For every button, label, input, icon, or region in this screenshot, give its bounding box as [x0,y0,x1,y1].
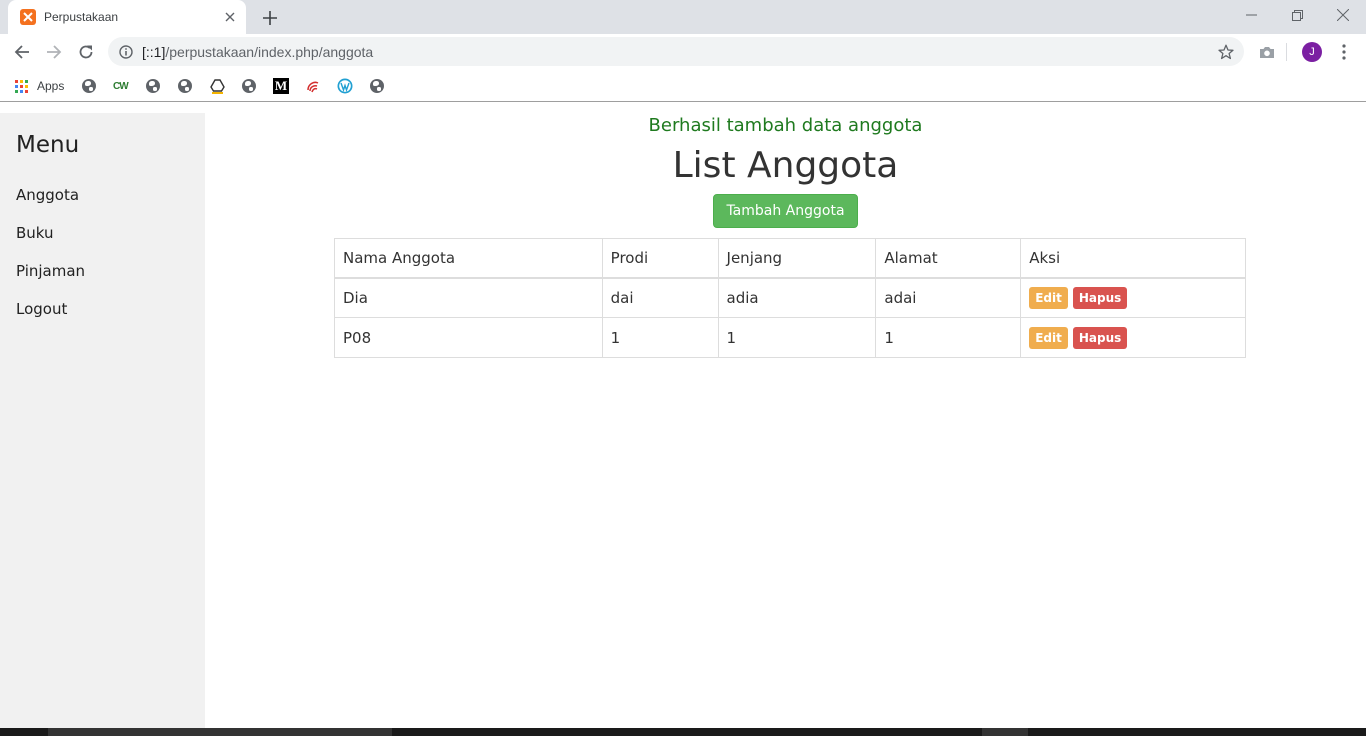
taskbar-item[interactable] [982,728,1028,736]
medium-icon: M [273,78,289,94]
cell-jenjang: 1 [717,317,877,358]
apps-label: Apps [37,79,65,93]
globe-icon [242,79,256,93]
edit-button[interactable]: Edit [1029,286,1068,309]
edit-button[interactable]: Edit [1029,326,1068,349]
bookmark-3[interactable] [146,76,160,96]
sidebar-item-buku[interactable]: Buku [16,224,54,242]
reload-icon[interactable] [72,38,100,66]
members-table: Nama Anggota Prodi Jenjang Alamat Aksi D… [334,238,1246,358]
minimize-icon[interactable] [1228,0,1274,30]
sidebar: Menu Anggota Buku Pinjaman Logout [0,113,205,728]
globe-icon [178,79,192,93]
url-text[interactable]: [::1]/perpustakaan/index.php/anggota [142,44,1216,60]
bookmark-8[interactable] [305,76,321,96]
url-host: [::1] [142,43,166,60]
tab-close-icon[interactable] [222,9,238,25]
cell-jenjang: adia [717,277,877,318]
bookmark-7[interactable]: M [273,76,289,96]
globe-icon [82,79,96,93]
xampp-favicon-icon [20,9,36,25]
globe-icon [370,79,384,93]
bookmark-10[interactable] [370,76,384,96]
restore-icon[interactable] [1274,0,1320,30]
camera-icon[interactable] [1256,41,1278,63]
bookmark-2[interactable]: CW [113,76,129,96]
sidebar-item-pinjaman[interactable]: Pinjaman [16,262,85,280]
cell-nama: P08 [334,317,603,358]
address-bar[interactable]: [::1]/perpustakaan/index.php/anggota [108,37,1244,66]
profile-avatar[interactable]: J [1302,42,1322,62]
swirl-icon [307,81,319,93]
cell-aksi: Edit Hapus [1020,317,1246,358]
browser-titlebar: Perpustakaan [0,0,1366,34]
globe-icon [146,79,160,93]
os-taskbar [0,728,1366,736]
back-arrow-icon[interactable] [8,38,36,66]
flash-message: Berhasil tambah data anggota [648,115,923,136]
bookmark-5[interactable] [210,76,225,96]
tab-title: Perpustakaan [44,10,119,24]
info-icon[interactable] [118,44,134,60]
wordpress-icon [337,78,353,94]
delete-button[interactable]: Hapus [1072,286,1128,309]
table-row: P08 1 1 1 Edit Hapus [334,317,1246,358]
table-header-row: Nama Anggota Prodi Jenjang Alamat Aksi [334,238,1246,279]
cell-prodi: dai [601,277,719,318]
browser-tab[interactable]: Perpustakaan [8,0,246,34]
cell-alamat: 1 [875,317,1022,358]
new-tab-plus-icon[interactable] [258,6,282,30]
cell-nama: Dia [334,277,603,318]
bookmark-1[interactable] [82,76,96,96]
sidebar-item-logout[interactable]: Logout [16,300,67,318]
bookmarks-bar: Apps CW M [0,70,1366,102]
column-header-jenjang: Jenjang [717,238,877,279]
toolbar-divider [1285,41,1287,63]
main-content: Berhasil tambah data anggota List Anggot… [205,103,1366,728]
add-member-button[interactable]: Tambah Anggota [713,194,858,228]
browser-toolbar: [::1]/perpustakaan/index.php/anggota J [0,34,1366,70]
bookmark-4[interactable] [178,76,192,96]
drive-icon [210,78,225,94]
bookmark-apps[interactable]: Apps [15,76,64,96]
column-header-aksi: Aksi [1020,238,1246,279]
page-title: List Anggota [672,145,899,186]
column-header-alamat: Alamat [875,238,1022,279]
url-path: /perpustakaan/index.php/anggota [165,43,374,60]
column-header-nama: Nama Anggota [334,238,603,279]
cell-prodi: 1 [601,317,719,358]
more-menu-icon[interactable] [1333,41,1355,63]
taskbar-search[interactable] [48,728,392,736]
sidebar-title: Menu [16,132,80,158]
delete-button[interactable]: Hapus [1072,326,1128,349]
cell-aksi: Edit Hapus [1020,277,1246,318]
forward-arrow-icon[interactable] [40,38,68,66]
close-window-icon[interactable] [1320,0,1366,30]
cw-icon: CW [113,80,129,92]
bookmark-6[interactable] [242,76,256,96]
bookmark-9[interactable] [337,76,353,96]
sidebar-item-anggota[interactable]: Anggota [16,186,79,204]
bookmark-star-icon[interactable] [1216,42,1236,62]
column-header-prodi: Prodi [601,238,719,279]
cell-alamat: adai [875,277,1022,318]
table-row: Dia dai adia adai Edit Hapus [334,277,1246,318]
apps-grid-icon [15,79,28,93]
